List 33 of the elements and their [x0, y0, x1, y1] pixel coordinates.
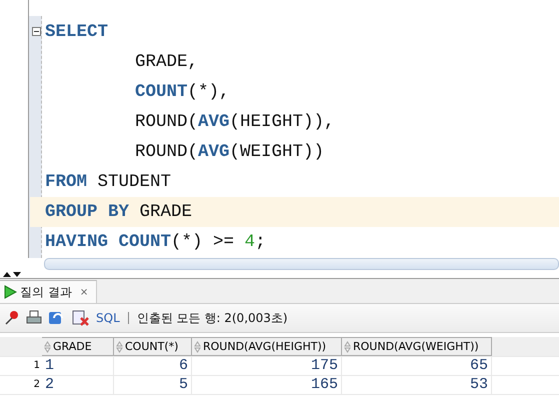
code-line: ROUND(AVG(HEIGHT)),	[134, 112, 335, 132]
table-cell: 2	[42, 376, 114, 394]
code-line: FROM STUDENT	[45, 172, 172, 192]
table-cell: 65	[342, 357, 492, 375]
pushpin-icon[interactable]	[4, 310, 20, 326]
horizontal-scrollbar[interactable]	[44, 258, 559, 270]
column-header[interactable]: ROUND(AVG(WEIGHT))	[342, 337, 492, 356]
refresh-icon[interactable]	[48, 310, 66, 326]
delete-document-icon[interactable]	[72, 310, 90, 326]
fold-collapse-icon[interactable]	[32, 27, 41, 36]
fetch-status-text: 인출된 모든 행: 2(0,003초)	[136, 310, 288, 326]
column-header[interactable]: GRADE	[42, 337, 114, 356]
table-cell: 6	[114, 357, 192, 375]
code-line: HAVING COUNT(*) >= 4;	[45, 232, 266, 252]
table-cell: 53	[342, 376, 492, 394]
highlighted-code-line: GROUP BY GRADE	[45, 202, 192, 222]
split-arrows-icon[interactable]	[2, 271, 22, 278]
column-header[interactable]: COUNT(*)	[114, 337, 192, 356]
printer-icon[interactable]	[26, 310, 42, 326]
code-line: GRADE,	[134, 52, 198, 72]
table-cell: 5	[114, 376, 192, 394]
column-header[interactable]: ROUND(AVG(HEIGHT))	[192, 337, 342, 356]
table-cell: 165	[192, 376, 342, 394]
sql-link[interactable]: SQL	[96, 311, 120, 325]
row-number: 2	[32, 378, 41, 392]
row-number: 1	[32, 359, 41, 373]
code-line: COUNT(*),	[134, 82, 230, 102]
table-cell: 1	[42, 357, 114, 375]
code-line: ROUND(AVG(WEIGHT))	[134, 142, 324, 162]
query-result-tab[interactable]: 질의 결과 ×	[0, 280, 98, 303]
run-triangle-icon	[3, 285, 17, 299]
code-line: SELECT	[45, 22, 108, 42]
table-cell: 175	[192, 357, 342, 375]
